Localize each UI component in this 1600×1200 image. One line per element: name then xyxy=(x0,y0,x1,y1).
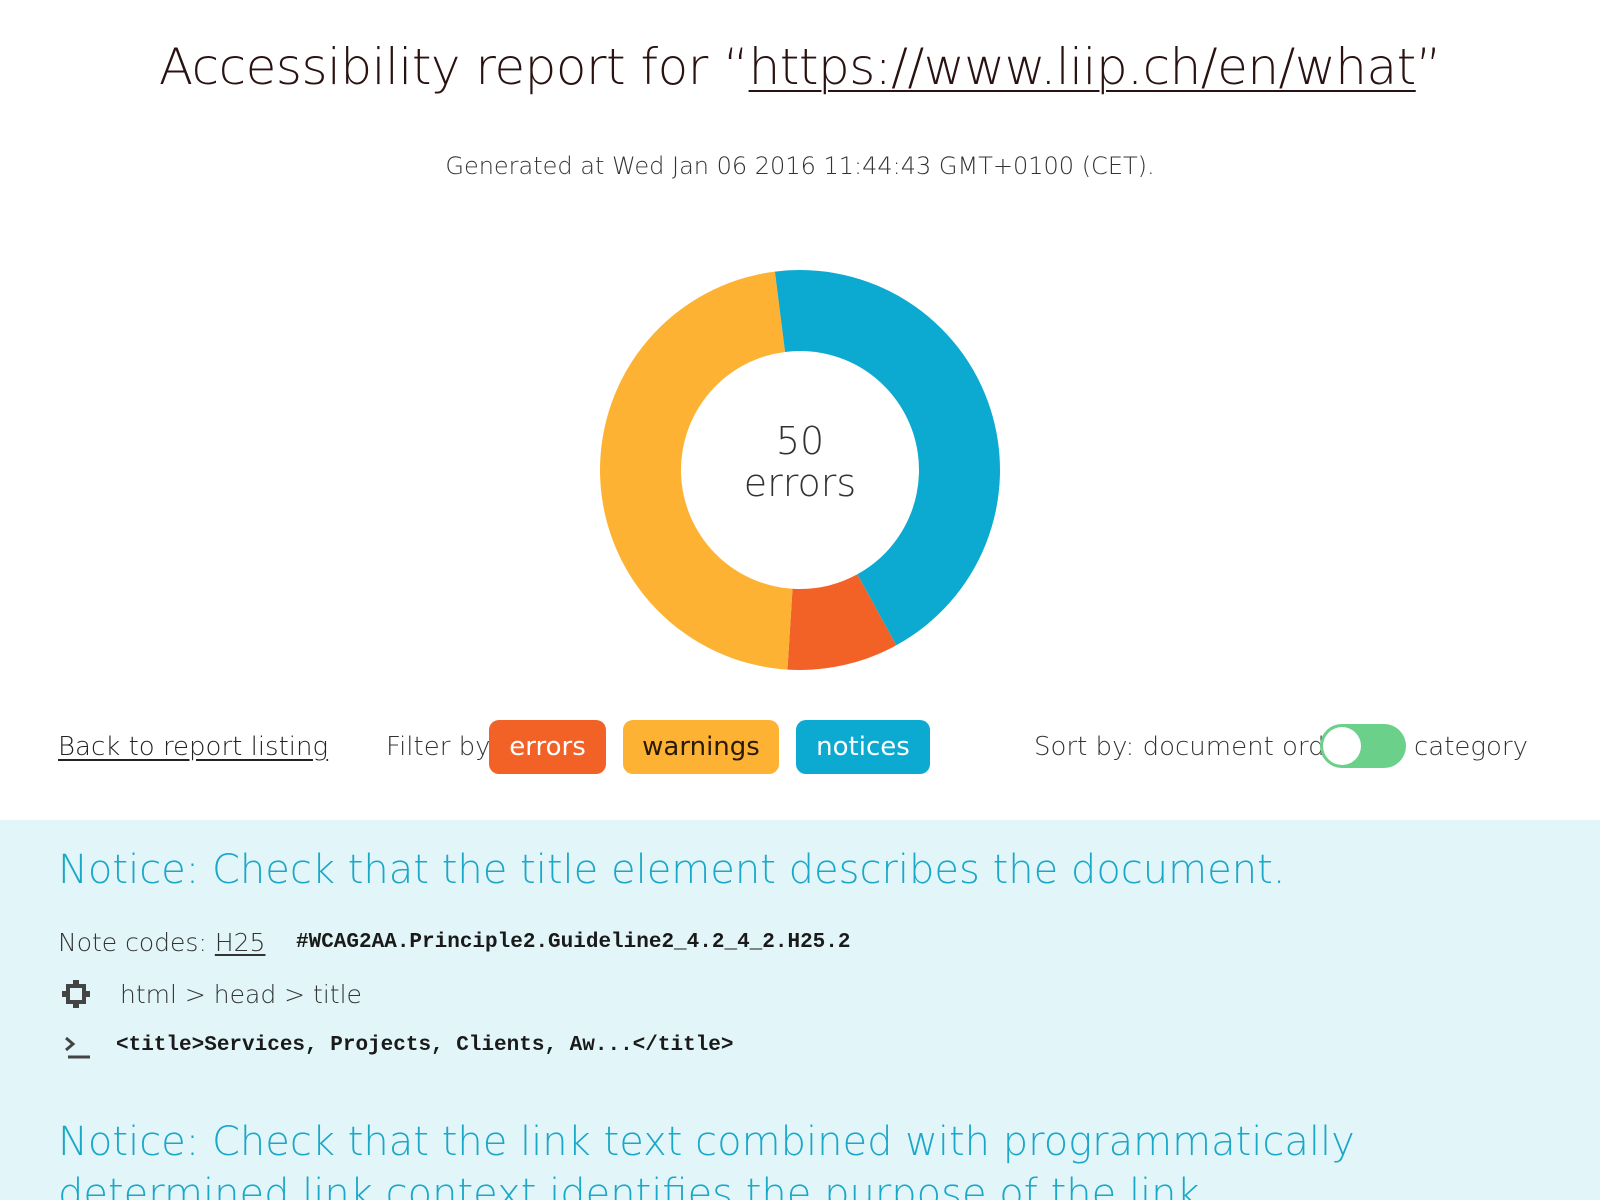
back-to-listing-link[interactable]: Back to report listing xyxy=(58,732,328,762)
filter-errors-button[interactable]: errors xyxy=(489,720,606,774)
filter-label: Filter by: xyxy=(386,732,498,762)
generated-timestamp: Generated at Wed Jan 06 2016 11:44:43 GM… xyxy=(445,152,1155,180)
report-page: Accessibility report for “https://www.li… xyxy=(0,0,1600,1200)
result-title: Notice: Check that the title element des… xyxy=(58,847,1286,893)
sort-toggle[interactable] xyxy=(1320,724,1406,768)
note-codes-label: Note codes: xyxy=(58,928,207,957)
title-suffix: ” xyxy=(1415,38,1442,96)
note-codes: Note codes: H25 xyxy=(58,928,265,957)
sort-toggle-knob xyxy=(1323,727,1361,765)
results-list: Notice: Check that the title element des… xyxy=(0,820,1600,1200)
note-code-full: #WCAG2AA.Principle2.Guideline2_4.2_4_2.H… xyxy=(296,931,851,954)
controls-bar: Back to report listing Filter by: errors… xyxy=(0,718,1600,776)
page-title: Accessibility report for “https://www.li… xyxy=(0,38,1600,96)
filter-notices-button[interactable]: notices xyxy=(796,720,930,774)
terminal-icon xyxy=(65,1036,90,1059)
sort-label: Sort by: document order xyxy=(1034,732,1352,762)
chip-icon xyxy=(62,980,90,1008)
result-title: Notice: Check that the link text combine… xyxy=(58,1119,1355,1200)
donut-center-caption: errors xyxy=(743,461,857,505)
result-context: <title>Services, Projects, Clients, Aw..… xyxy=(116,1034,734,1057)
result-selector: html > head > title xyxy=(120,980,362,1009)
title-prefix: Accessibility report for “ xyxy=(158,38,749,96)
donut-center-label: 50 errors xyxy=(700,420,900,504)
filter-warnings-button[interactable]: warnings xyxy=(623,720,779,774)
report-url-link[interactable]: https://www.liip.ch/en/what xyxy=(749,38,1417,96)
donut-center-value: 50 xyxy=(775,419,825,463)
sort-category-label: category xyxy=(1414,732,1529,762)
note-code-link[interactable]: H25 xyxy=(215,928,266,957)
